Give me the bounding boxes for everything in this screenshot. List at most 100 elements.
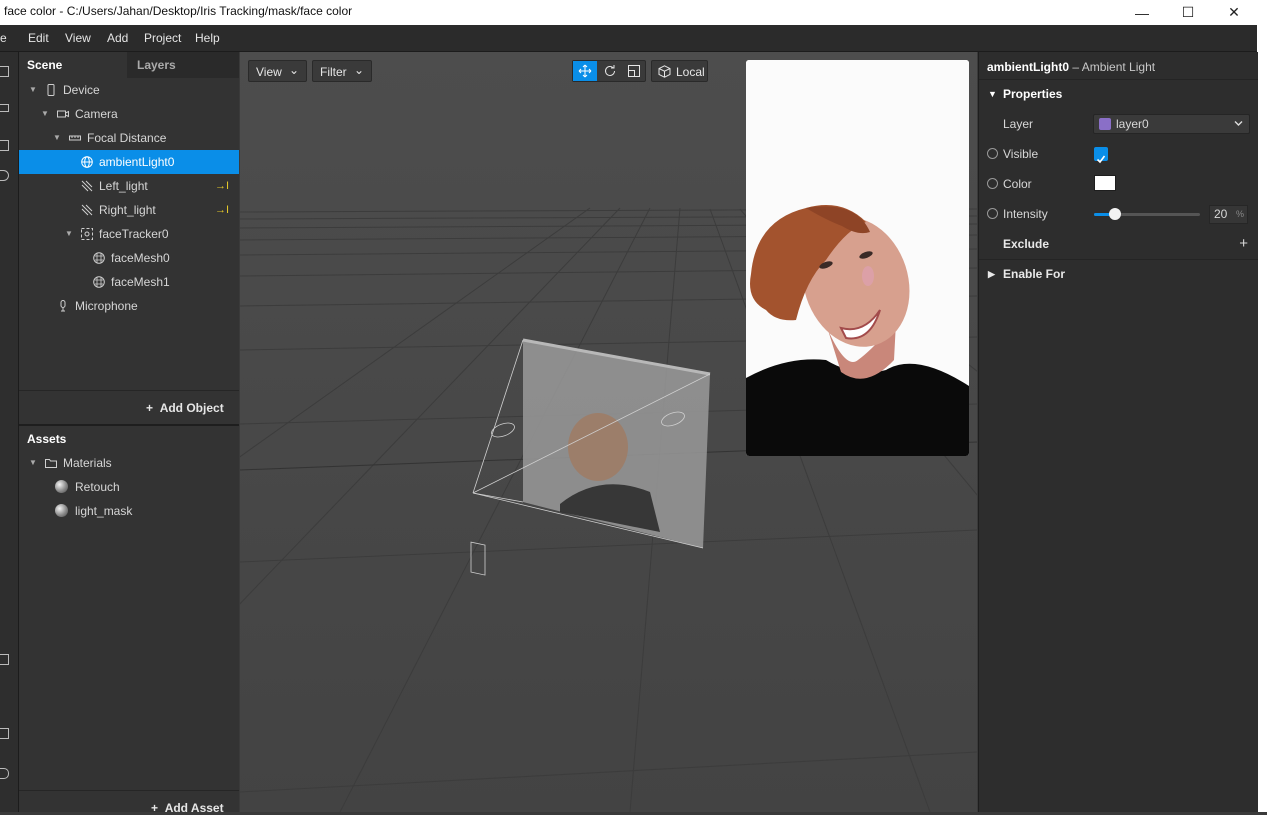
title-bar: face color - C:/Users/Jahan/Desktop/Iris…: [0, 0, 1267, 25]
panel-divider: [19, 424, 239, 426]
toolbar-assets-icon[interactable]: [0, 104, 9, 112]
intensity-input[interactable]: 20 %: [1209, 205, 1248, 224]
simulator-preview[interactable]: [746, 60, 969, 456]
visible-label: Visible: [1003, 147, 1039, 161]
asset-item-label: light_mask: [75, 504, 133, 518]
connect-arrow-icon[interactable]: [987, 148, 998, 159]
tree-item-facetracker0[interactable]: ▼ faceTracker0: [19, 222, 239, 246]
intensity-row: Intensity 20 %: [979, 199, 1258, 229]
toolbar-bug-icon[interactable]: [0, 768, 9, 779]
checkmark-icon: [1096, 155, 1106, 164]
tree-item-label: Left_light: [99, 179, 148, 193]
move-tool-button[interactable]: [573, 61, 597, 81]
tree-item-microphone[interactable]: Microphone: [19, 294, 239, 318]
asset-folder-materials[interactable]: ▼ Materials: [19, 451, 239, 475]
menu-edit[interactable]: Edit: [28, 31, 49, 45]
chevron-down-icon: ⌄: [288, 63, 299, 77]
expand-arrow-icon[interactable]: ▼: [29, 78, 37, 102]
view-dropdown[interactable]: View ⌄: [248, 60, 307, 82]
chevron-down-icon: ⌄: [353, 63, 364, 77]
filter-dropdown[interactable]: Filter ⌄: [312, 60, 372, 82]
expand-arrow-icon: ▶: [988, 269, 995, 279]
close-button[interactable]: ✕: [1211, 0, 1257, 25]
camera-preview-image: [746, 60, 969, 456]
view-label: View: [256, 65, 282, 79]
tree-item-label: Camera: [75, 107, 118, 121]
inspector-header: ambientLight0 – Ambient Light: [987, 60, 1155, 74]
layer-dropdown[interactable]: layer0: [1093, 114, 1250, 134]
menu-add[interactable]: Add: [107, 31, 128, 45]
scale-tool-button[interactable]: [622, 61, 646, 81]
minimize-button[interactable]: —: [1119, 0, 1165, 25]
tree-item-focal-distance[interactable]: ▼ Focal Distance: [19, 126, 239, 150]
microphone-icon: [60, 300, 66, 312]
enable-for-section-header[interactable]: ▶ Enable For: [979, 259, 1258, 289]
tree-item-label: faceMesh1: [111, 275, 170, 289]
add-asset-button[interactable]: + Add Asset: [151, 801, 224, 815]
intensity-slider-track[interactable]: [1094, 208, 1200, 220]
asset-folder-label: Materials: [63, 456, 112, 470]
scene-tabs: Scene Layers: [19, 52, 239, 78]
scene-panel: Scene Layers ▼ Device ▼ Camera ▼ Focal D…: [19, 52, 239, 815]
asset-item-label: Retouch: [75, 480, 120, 494]
intensity-unit: %: [1235, 209, 1244, 219]
shadow-arrow-icon[interactable]: →I: [215, 174, 229, 198]
connect-arrow-icon[interactable]: [987, 178, 998, 189]
tree-item-facemesh1[interactable]: faceMesh1: [19, 270, 239, 294]
menu-help[interactable]: Help: [195, 31, 220, 45]
visible-checkbox[interactable]: [1094, 147, 1108, 164]
visible-row: Visible: [979, 139, 1258, 169]
add-object-button[interactable]: + Add Object: [146, 401, 224, 415]
add-object-label: Add Object: [159, 401, 224, 415]
enable-for-label: Enable For: [1003, 267, 1066, 281]
directional-light-icon: [81, 180, 93, 192]
exclude-row: Exclude +: [979, 229, 1258, 259]
asset-item-retouch[interactable]: Retouch: [19, 475, 239, 499]
intensity-label: Intensity: [1003, 207, 1048, 221]
tree-item-left-light[interactable]: Left_light →I: [19, 174, 239, 198]
connect-arrow-icon[interactable]: [987, 208, 998, 219]
shadow-arrow-icon[interactable]: →I: [215, 198, 229, 222]
maximize-button[interactable]: ☐: [1165, 0, 1211, 25]
tab-scene[interactable]: Scene: [19, 52, 127, 78]
globe-icon: [81, 156, 93, 168]
menu-view[interactable]: View: [65, 31, 91, 45]
add-exclude-icon[interactable]: +: [1239, 229, 1248, 259]
tree-item-right-light[interactable]: Right_light →I: [19, 198, 239, 222]
material-sphere-icon: [55, 504, 68, 517]
camera-icon: [57, 110, 69, 118]
toolbar-preview-icon[interactable]: [0, 654, 9, 665]
tree-item-ambientlight0[interactable]: ambientLight0: [19, 150, 239, 174]
tree-item-facemesh0[interactable]: faceMesh0: [19, 246, 239, 270]
selected-object-name: ambientLight0: [987, 60, 1070, 74]
tree-item-label: faceMesh0: [111, 251, 170, 265]
expand-arrow-icon[interactable]: ▼: [41, 102, 49, 126]
scene-viewport[interactable]: View ⌄ Filter ⌄ Local: [240, 52, 977, 812]
toolbar-device-icon[interactable]: [0, 140, 9, 151]
panel-divider: [19, 790, 239, 791]
menu-bar: e Edit View Add Project Help: [0, 25, 1257, 52]
tree-item-device[interactable]: ▼ Device: [19, 78, 239, 102]
tab-layers[interactable]: Layers: [127, 52, 239, 78]
tree-item-label: ambientLight0: [99, 155, 175, 169]
tree-item-camera[interactable]: ▼ Camera: [19, 102, 239, 126]
rotate-tool-button[interactable]: [598, 61, 622, 81]
tree-item-label: Microphone: [75, 299, 138, 313]
layer-label: Layer: [1003, 117, 1034, 131]
local-toggle-button[interactable]: Local: [651, 60, 708, 82]
expand-arrow-icon[interactable]: ▼: [53, 126, 61, 150]
properties-section-header[interactable]: ▼ Properties: [979, 79, 1258, 109]
tree-item-label: Focal Distance: [87, 131, 167, 145]
expand-arrow-icon[interactable]: ▼: [29, 451, 37, 475]
color-swatch[interactable]: [1094, 175, 1116, 191]
intensity-slider-handle[interactable]: [1109, 208, 1122, 220]
layer-color-swatch: [1099, 118, 1111, 130]
toolbar-scene-icon[interactable]: [0, 66, 9, 77]
toolbar-refresh-icon[interactable]: [0, 170, 9, 181]
expand-arrow-icon[interactable]: ▼: [65, 222, 73, 246]
toolbar-export-icon[interactable]: [0, 728, 9, 739]
filter-label: Filter: [320, 65, 347, 79]
asset-item-light-mask[interactable]: light_mask: [19, 499, 239, 523]
menu-file[interactable]: e: [0, 31, 7, 45]
menu-project[interactable]: Project: [144, 31, 181, 45]
